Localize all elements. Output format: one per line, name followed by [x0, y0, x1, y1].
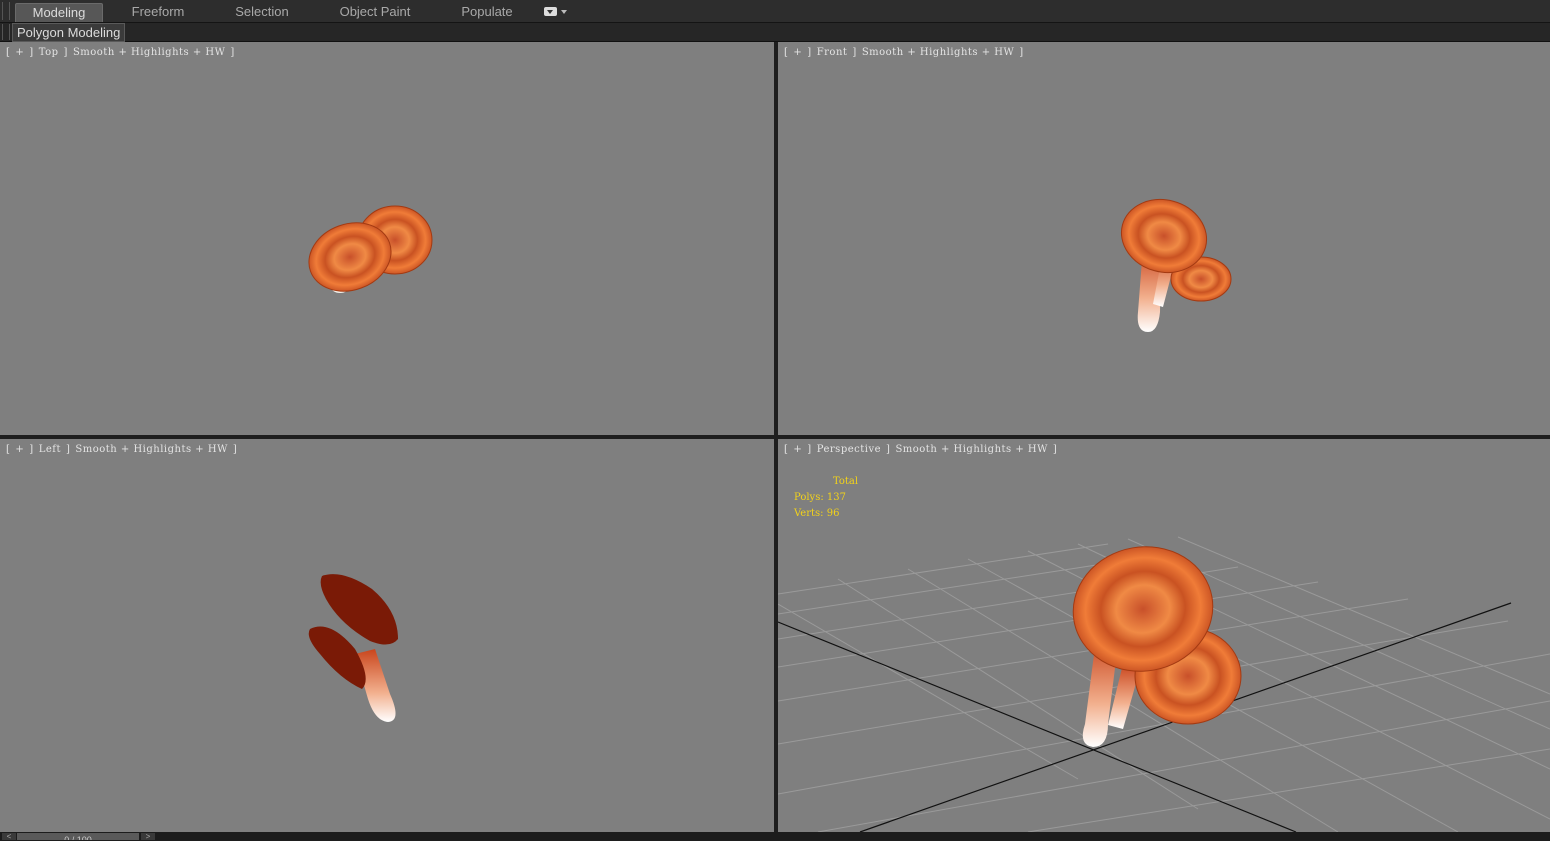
- tab-modeling[interactable]: Modeling: [15, 3, 103, 22]
- time-slider-next-button[interactable]: >: [141, 833, 155, 841]
- perspective-view-render: [778, 536, 1550, 832]
- tab-object-paint[interactable]: Object Paint: [330, 3, 420, 21]
- top-view-render: [308, 205, 433, 293]
- time-slider[interactable]: 0 / 100: [17, 833, 139, 840]
- viewport-perspective[interactable]: [+] Perspective] Smooth + Highlights + HW]…: [778, 439, 1550, 832]
- time-slider-prev-button[interactable]: <: [2, 833, 16, 841]
- left-view-render: [308, 574, 398, 722]
- time-slider-bar: < 0 / 100 >: [0, 832, 1550, 841]
- viewport-front[interactable]: [+] Front] Smooth + Highlights + HW]: [778, 42, 1550, 435]
- polygon-modeling-panel-label[interactable]: Polygon Modeling: [12, 23, 126, 42]
- front-view-render: [1120, 198, 1232, 332]
- mushroom-cap-back: [308, 626, 366, 689]
- panel-grip[interactable]: [2, 24, 10, 40]
- viewport-top[interactable]: [+] Top] Smooth + Highlights + HW]: [0, 42, 774, 435]
- dropdown-menu-icon[interactable]: [544, 6, 568, 18]
- viewport-left[interactable]: [+] Left] Smooth + Highlights + HW]: [0, 439, 774, 832]
- tab-populate[interactable]: Populate: [450, 3, 524, 21]
- ribbon-grip[interactable]: [2, 2, 10, 20]
- tab-freeform[interactable]: Freeform: [118, 3, 198, 21]
- ribbon-panel-bar: Polygon Modeling: [0, 23, 1550, 42]
- ribbon-bar: Modeling Freeform Selection Object Paint…: [0, 0, 1550, 23]
- tab-selection[interactable]: Selection: [222, 3, 302, 21]
